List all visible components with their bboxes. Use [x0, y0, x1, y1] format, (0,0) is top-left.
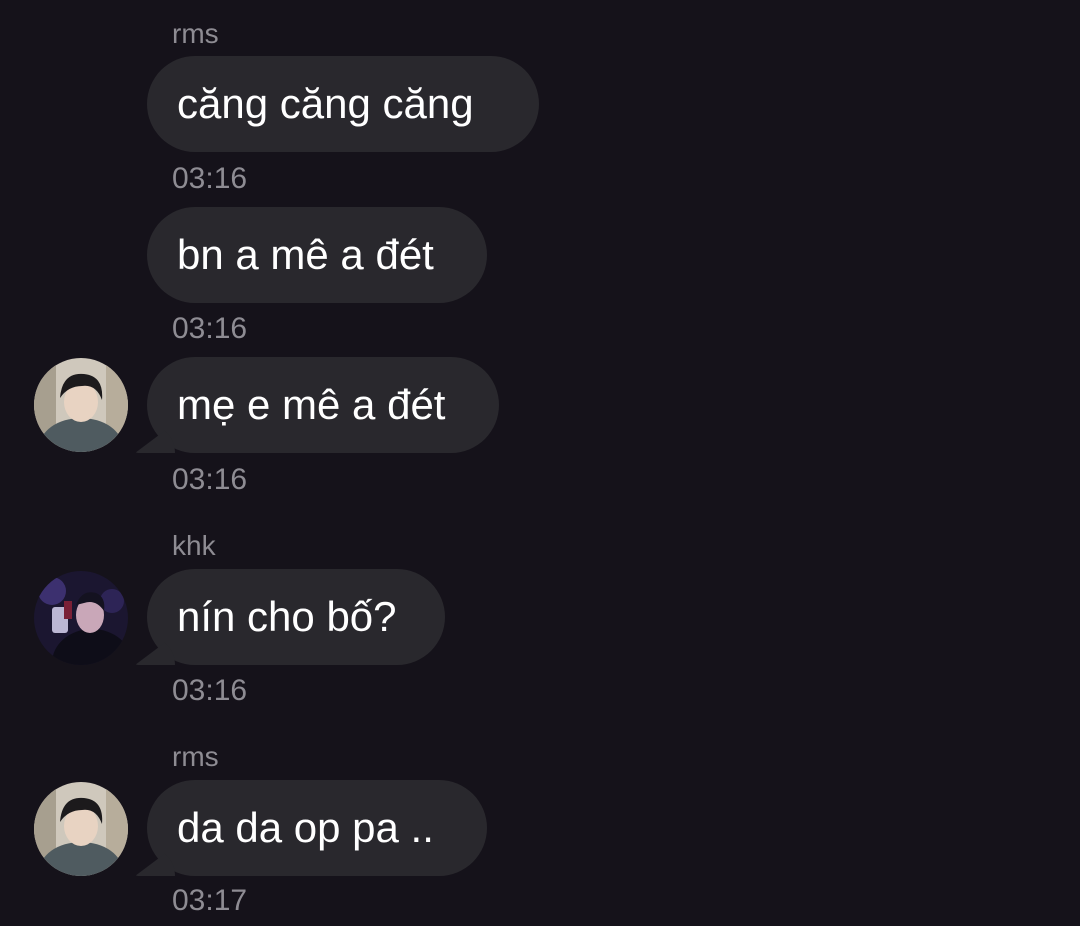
message-text: da da op pa ..	[177, 804, 434, 851]
sender-name: rms	[172, 18, 219, 49]
message-text: nín cho bố?	[177, 593, 397, 640]
message-time: 03:17	[172, 884, 248, 917]
message-time: 03:16	[172, 312, 248, 345]
message-time: 03:16	[172, 162, 248, 195]
message-text: bn a mê a đét	[177, 231, 434, 278]
avatar-rms-icon[interactable]	[34, 358, 128, 452]
chat-thread: rms căng căng căng 03:16 bn a mê a đét 0…	[0, 0, 1080, 926]
message-time: 03:16	[172, 674, 248, 707]
message-bubble[interactable]: bn a mê a đét	[147, 207, 487, 303]
avatar-khk-icon[interactable]	[34, 571, 128, 665]
message-bubble[interactable]: da da op pa ..	[147, 780, 487, 876]
avatar-rms-icon[interactable]	[34, 782, 128, 876]
sender-name: rms	[172, 741, 219, 772]
message-text: căng căng căng	[177, 80, 474, 127]
message-time: 03:16	[172, 463, 248, 496]
message-text: mẹ e mê a đét	[177, 381, 446, 428]
sender-name: khk	[172, 530, 216, 561]
message-bubble[interactable]: nín cho bố?	[147, 569, 445, 665]
message-bubble[interactable]: căng căng căng	[147, 56, 539, 152]
message-bubble[interactable]: mẹ e mê a đét	[147, 357, 499, 453]
